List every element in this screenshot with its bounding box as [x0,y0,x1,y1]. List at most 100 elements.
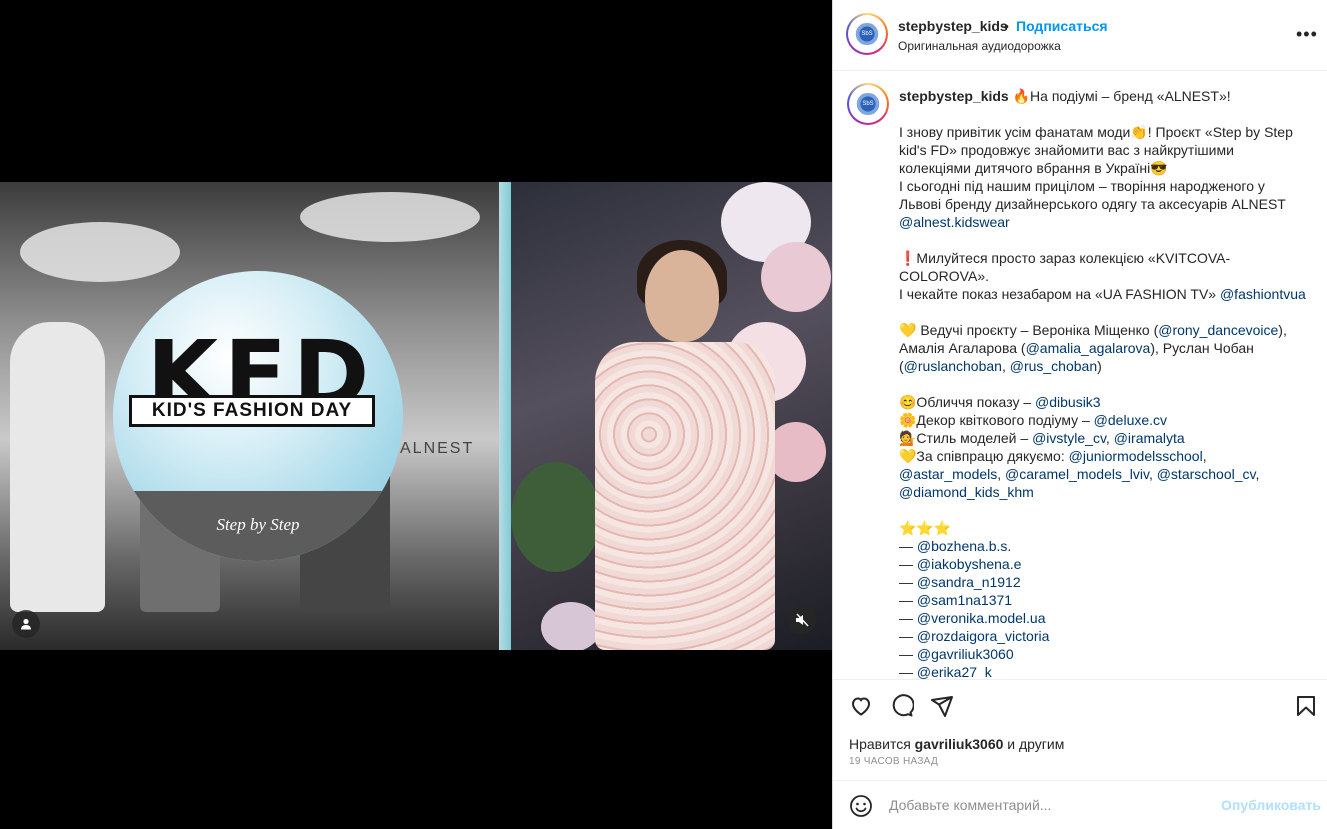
caption-text-segment: 💛За співпрацю дякуємо: [899,448,1069,464]
caption-text-segment: — [899,574,917,590]
post-comment-button[interactable]: Опубликовать [1221,797,1321,813]
stage-light [20,222,180,282]
mention-link[interactable]: @ruslanchoban [904,358,1002,374]
caption-text-segment: 🌼Декор квіткового подіуму – [899,412,1094,428]
caption-text-segment: І сьогодні під нашим прицілом – творіння… [899,178,1286,212]
mention-link[interactable]: @erika27_k [917,664,992,679]
mention-link[interactable]: @veronika.model.ua [917,610,1046,626]
mention-link[interactable]: @fashiontvua [1220,286,1306,302]
mention-link[interactable]: @alnest.kidswear [899,214,1010,230]
caption-text-segment: , [1255,466,1260,482]
caption-text-segment: 💁Стиль моделей – [899,430,1033,446]
caption-area: SbS stepbystep_kids 🔥На подіумі – бренд … [833,72,1327,679]
mention-link[interactable]: @deluxe.cv [1094,412,1167,428]
flower-decor [766,422,826,482]
mention-link[interactable]: @rozdaigora_victoria [917,628,1050,644]
caption-line: — @sam1na1371 [899,591,1309,609]
caption-line [899,501,1309,519]
mention-link[interactable]: @ivstyle_cv [1032,430,1106,446]
audio-link[interactable]: Оригинальная аудиодорожка [898,39,1061,53]
caption-text-segment: І знову привітик усім фанатам моди👏! Про… [899,124,1293,176]
caption-line: І чекайте показ незабаром на «UA FASHION… [899,285,1309,303]
model-silhouette [10,322,105,612]
stage-light [300,192,480,242]
caption-text-segment: — [899,592,917,608]
caption-line: ❗Милуйтеся просто зараз колекцією «KVITC… [899,249,1309,285]
caption-line: — @veronika.model.ua [899,609,1309,627]
follow-button[interactable]: Подписаться [1016,18,1108,34]
mention-link[interactable]: @sandra_n1912 [917,574,1021,590]
mention-link[interactable]: @gavriliuk3060 [917,646,1014,662]
likes-prefix: Нравится [849,736,911,752]
caption-line [899,375,1309,393]
header-separator: • [1004,18,1009,34]
caption-line: — @rozdaigora_victoria [899,627,1309,645]
caption-line: 💁Стиль моделей – @ivstyle_cv, @iramalyta [899,429,1309,447]
avatar[interactable]: SbS [846,13,888,55]
caption-text-segment: — [899,610,917,626]
post-header: SbS stepbystep_kids • Подписаться Оригин… [833,0,1327,71]
likes-user[interactable]: gavriliuk3060 [915,736,1004,752]
smiley-icon[interactable] [849,794,873,818]
heart-icon[interactable] [849,694,873,718]
account-crest-icon: SbS [852,23,882,45]
caption-username[interactable]: stepbystep_kids [899,88,1009,104]
post-time[interactable]: 19 ЧАСОВ НАЗАД [849,756,938,767]
caption-line: 💛 Ведучі проєкту – Вероніка Міщенко (@ro… [899,321,1309,375]
caption-text-segment: , [1105,430,1114,446]
caption-line: — @sandra_n1912 [899,573,1309,591]
runway-model [595,240,775,650]
mention-link[interactable]: @juniormodelsschool [1069,448,1203,464]
user-icon[interactable] [12,610,40,638]
post-sidebar: SbS stepbystep_kids • Подписаться Оригин… [832,0,1327,829]
caption-line [899,231,1309,249]
mention-link[interactable]: @astar_models [899,466,997,482]
mention-link[interactable]: @amalia_agalarova [1026,340,1151,356]
caption-text-segment: І чекайте показ незабаром на «UA FASHION… [899,286,1220,302]
caption-text-segment: ❗Милуйтеся просто зараз колекцією «KVITC… [899,250,1231,284]
caption-line: І знову привітик усім фанатам моди👏! Про… [899,123,1309,177]
mention-link[interactable]: @diamond_kids_khm [899,484,1034,500]
caption-text: stepbystep_kids 🔥На подіумі – бренд «ALN… [899,87,1309,679]
mention-link[interactable]: @rus_choban [1010,358,1097,374]
bookmark-icon[interactable] [1294,694,1318,718]
caption-text-segment: — [899,538,917,554]
caption-line: 😊Обличчя показу – @dibusik3 [899,393,1309,411]
mention-link[interactable]: @starschool_cv [1157,466,1256,482]
caption-line [899,105,1309,123]
muted-speaker-icon[interactable] [788,606,816,634]
caption-text-segment: ) [1097,358,1102,374]
caption-text-segment: — [899,628,917,644]
caption-line: stepbystep_kids 🔥На подіумі – бренд «ALN… [899,87,1309,105]
mention-link[interactable]: @caramel_models_lviv [1005,466,1149,482]
share-icon[interactable] [930,694,954,718]
caption-text-segment: 😊Обличчя показу – [899,394,1036,410]
likes-suffix[interactable]: и другим [1007,736,1064,752]
actions-bar: Нравится gavriliuk3060 и другим 19 ЧАСОВ… [833,679,1327,780]
mention-link[interactable]: @iakobyshena.e [917,556,1022,572]
comment-bar: Добавьте комментарий... Опубликовать [833,780,1327,829]
video-player[interactable]: ALNEST KFD KID'S FASHION DAY Step by Ste… [0,182,832,650]
comment-input[interactable]: Добавьте комментарий... [889,797,1051,813]
caption-text-segment: — [899,646,917,662]
caption-text-segment: , [1148,466,1157,482]
caption-text-segment: , [1001,358,1010,374]
kfd-logo: KFD KID'S FASHION DAY Step by Step [113,271,403,561]
media-area: ALNEST KFD KID'S FASHION DAY Step by Ste… [0,0,832,829]
caption-text-segment: 🔥На подіумі – бренд «ALNEST»! [1012,88,1231,104]
more-horizontal-icon[interactable]: ••• [1296,24,1318,45]
mention-link[interactable]: @dibusik3 [1035,394,1101,410]
caption-line: — @iakobyshena.e [899,555,1309,573]
brand-sign: ALNEST [400,440,475,457]
likes-text: Нравится gavriliuk3060 и другим [849,736,1064,752]
comment-icon[interactable] [890,694,914,718]
caption-line: — @bozhena.b.s. [899,537,1309,555]
avatar[interactable]: SbS [847,83,889,125]
mention-link[interactable]: @rony_dancevoice [1158,322,1278,338]
mention-link[interactable]: @sam1na1371 [917,592,1012,608]
header-username[interactable]: stepbystep_kids [898,18,1008,34]
caption-text-segment: — [899,556,917,572]
mention-link[interactable]: @bozhena.b.s. [917,538,1011,554]
caption-text-segment: ⭐⭐⭐ [899,520,952,536]
mention-link[interactable]: @iramalyta [1114,430,1185,446]
